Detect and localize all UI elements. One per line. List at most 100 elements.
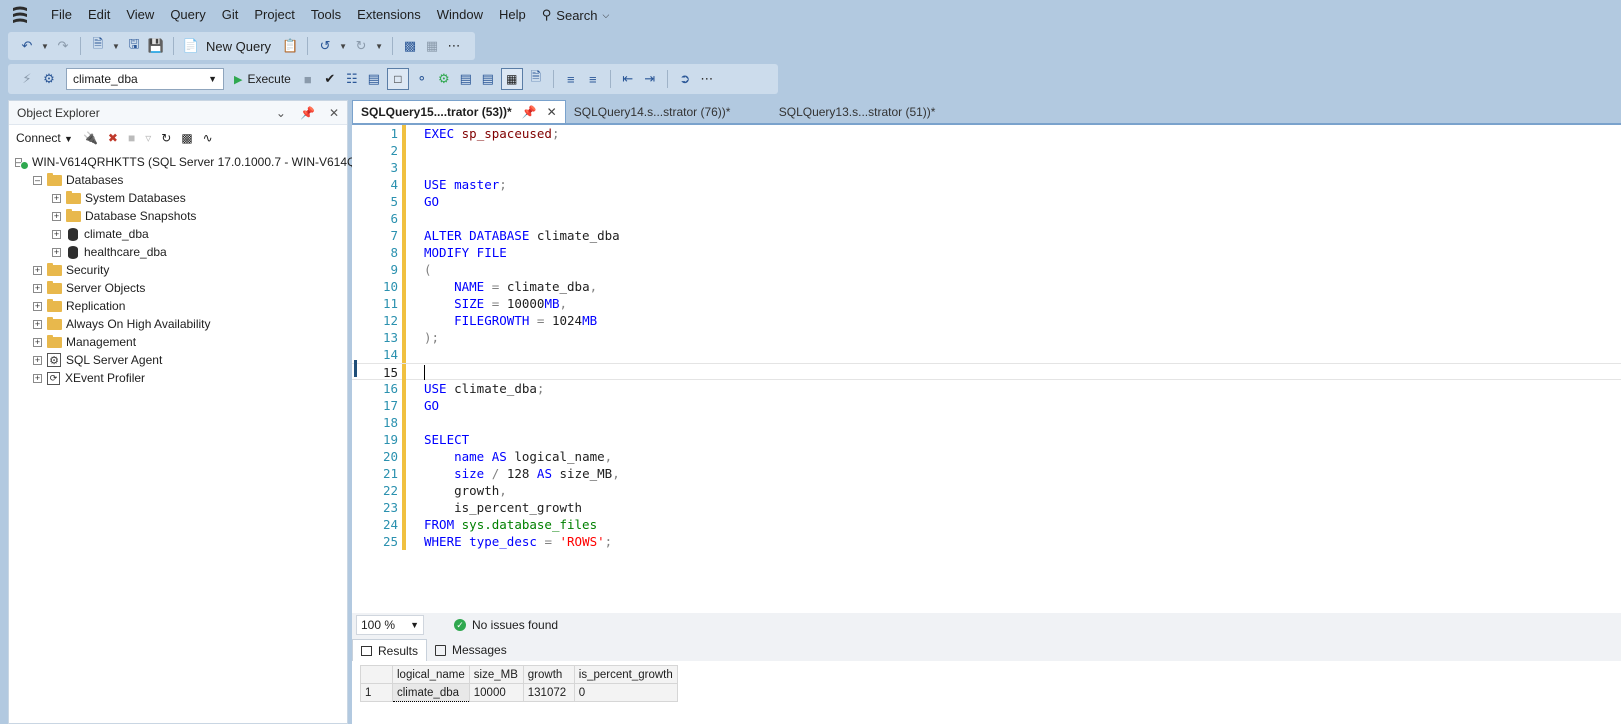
query-file-icon[interactable]: 📋 [281,37,299,55]
change-connection-icon[interactable]: ⚙ [40,70,58,88]
new-file-icon[interactable]: 🗎 [89,36,107,55]
chevron-down-icon[interactable]: ⌄ [276,106,286,120]
tree-node-xevent[interactable]: + ⟳ XEvent Profiler [9,369,347,387]
save-icon[interactable]: 🖫 [125,36,143,55]
tree-node-management[interactable]: + Management [9,333,347,351]
decrease-indent-icon[interactable]: ⇤ [619,70,637,88]
expand-icon[interactable]: + [52,211,61,221]
activity-monitor-icon[interactable]: ▩ [401,37,419,55]
expand-icon[interactable]: + [52,247,61,257]
tree-node-system-databases[interactable]: + System Databases [9,189,347,207]
tree-node-sql-agent[interactable]: + ⚙ SQL Server Agent [9,351,347,369]
tab-sqlquery15[interactable]: SQLQuery15....trator (53))* 📌 ✕ [352,100,566,123]
query-editor[interactable]: 1 EXEC sp_spaceused; 2 3 4 USE master; 5 GO… [352,123,1621,613]
expand-icon[interactable]: + [33,355,42,365]
menu-edit[interactable]: Edit [80,0,118,30]
execute-button[interactable]: ▶ Execute [234,72,291,86]
results-to-text-icon[interactable]: ▤ [479,70,497,88]
connect-button[interactable]: Connect ▼ [16,131,73,145]
expand-icon[interactable]: + [33,373,42,383]
menu-extensions[interactable]: Extensions [349,0,429,30]
new-file-dropdown-icon[interactable]: ▼ [111,42,121,51]
parse-checkmark-icon[interactable]: ✔ [321,70,339,88]
pin-icon[interactable]: 📌 [300,106,315,120]
client-stats-icon[interactable]: ▤ [457,70,475,88]
search-menu[interactable]: ⚲ Search ⌵ [534,7,618,23]
close-icon[interactable]: ✕ [329,106,339,120]
redo-dropdown-icon[interactable]: ▼ [374,42,384,51]
more-options-icon[interactable]: ⋯ [698,70,716,88]
expand-icon[interactable]: + [33,283,42,293]
tab-sqlquery13[interactable]: SQLQuery13.s...strator (51))* [771,100,944,123]
expand-icon[interactable]: + [52,193,61,203]
more-options-icon[interactable]: ⋯ [445,37,463,55]
menu-help[interactable]: Help [491,0,534,30]
grid-cell[interactable]: climate_dba [392,683,470,702]
query-options-icon[interactable]: ▤ [365,70,383,88]
stop-icon[interactable]: ■ [128,131,135,145]
tree-node-databases[interactable]: – Databases [9,171,347,189]
new-query-button[interactable]: New Query [206,39,271,54]
tree-node-healthcare-dba[interactable]: + healthcare_dba [9,243,347,261]
menu-tools[interactable]: Tools [303,0,349,30]
database-select[interactable]: climate_dba ▼ [66,68,224,90]
tab-messages[interactable]: Messages [427,639,515,661]
pulse-icon[interactable]: ∿ [203,131,213,145]
undo-icon[interactable]: ↺ [316,37,334,55]
menu-git[interactable]: Git [214,0,247,30]
solution-icon[interactable]: ▦ [423,37,441,55]
tree-node-server[interactable]: – WIN-V614QRHKTTS (SQL Server 17.0.1000.… [9,153,482,171]
results-to-grid-icon[interactable]: ▦ [500,68,523,90]
stop-icon[interactable]: ■ [299,70,317,88]
tree-node-security[interactable]: + Security [9,261,347,279]
back-icon[interactable]: ↶ [18,37,36,55]
new-query-icon[interactable]: 📄 [182,37,200,55]
estimated-plan-icon[interactable]: ☷ [343,70,361,88]
filter-icon[interactable]: ▿ [145,131,151,145]
expand-icon[interactable]: + [33,337,42,347]
disconnect-icon[interactable]: ✖ [108,131,118,145]
intellisense-toggle-icon[interactable]: □ [386,68,409,90]
issues-indicator[interactable]: ✓ No issues found [454,618,558,632]
menu-query[interactable]: Query [162,0,213,30]
specify-values-icon[interactable]: ➲ [676,70,694,88]
tab-sqlquery14[interactable]: SQLQuery14.s...strator (76))* [566,100,771,123]
menu-project[interactable]: Project [246,0,302,30]
uncomment-icon[interactable]: ≡ [584,70,602,88]
results-to-file-icon[interactable]: 🗎 [527,69,545,88]
save-all-icon[interactable]: 💾 [147,37,165,55]
include-plan-icon[interactable]: ⚬ [413,70,431,88]
tree-node-replication[interactable]: + Replication [9,297,347,315]
expand-icon[interactable]: + [33,265,42,275]
menu-file[interactable]: File [43,0,80,30]
row-number[interactable]: 1 [360,683,393,702]
grid-cell[interactable]: 131072 [522,683,575,702]
grid-cell[interactable]: 10000 [468,683,524,702]
undo-dropdown-icon[interactable]: ▼ [338,42,348,51]
connect-icon[interactable]: ⚡ [18,70,36,88]
close-icon[interactable]: ✕ [547,105,557,119]
column-header[interactable]: growth [522,665,575,684]
expand-icon[interactable]: + [33,301,42,311]
tree-node-server-objects[interactable]: + Server Objects [9,279,347,297]
tree-node-climate-dba[interactable]: + climate_dba [9,225,347,243]
tree-node-database-snapshots[interactable]: + Database Snapshots [9,207,347,225]
zoom-select[interactable]: 100 % ▼ [356,615,424,635]
column-header[interactable]: is_percent_growth [573,665,678,684]
menu-window[interactable]: Window [429,0,491,30]
connect-plug-icon[interactable]: 🔌 [83,131,98,145]
expand-icon[interactable]: + [33,319,42,329]
column-header[interactable]: size_MB [468,665,524,684]
expand-icon[interactable]: + [52,229,61,239]
comment-icon[interactable]: ≡ [562,70,580,88]
collapse-icon[interactable]: – [33,175,42,185]
forward-icon[interactable]: ↷ [54,37,72,55]
live-stats-icon[interactable]: ⚙ [435,70,453,88]
activity-monitor-icon[interactable]: ▩ [181,131,192,145]
tree-node-always-on[interactable]: + Always On High Availability [9,315,347,333]
grid-cell[interactable]: 0 [573,683,678,702]
increase-indent-icon[interactable]: ⇥ [641,70,659,88]
column-header[interactable]: logical_name [392,665,470,684]
redo-icon[interactable]: ↻ [352,37,370,55]
back-dropdown-icon[interactable]: ▼ [40,42,50,51]
